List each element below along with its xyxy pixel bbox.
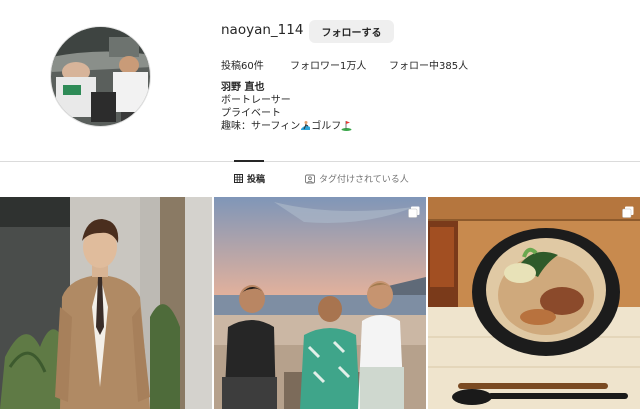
bio-hobby-prefix: 趣味：サーフィン bbox=[221, 121, 301, 132]
posts-grid bbox=[0, 197, 640, 409]
display-name: 羽野 直也 bbox=[221, 82, 265, 93]
avatar[interactable] bbox=[50, 26, 151, 127]
post-thumbnail[interactable] bbox=[214, 197, 426, 409]
surfer-icon bbox=[300, 120, 311, 135]
bio-line-2: プライベート bbox=[221, 108, 281, 119]
tabs-divider bbox=[0, 161, 640, 162]
grid-icon bbox=[234, 174, 243, 183]
golf-flag-icon bbox=[341, 120, 352, 135]
multiple-photos-icon bbox=[622, 203, 634, 222]
followers-link[interactable]: フォロワー1万人 bbox=[290, 57, 366, 72]
posts-count: 投稿60件 bbox=[221, 61, 264, 72]
bio-line-1: ボートレーサー bbox=[221, 95, 291, 106]
tab-posts-label: 投稿 bbox=[247, 175, 266, 185]
bio: 羽野 直也 ボートレーサー プライベート 趣味：サーフィン ゴルフ bbox=[221, 81, 352, 135]
post-thumbnail[interactable] bbox=[0, 197, 212, 409]
tab-tagged-label: タグ付けされている人 bbox=[319, 175, 409, 185]
profile-tabs: 投稿 タグ付けされている人 bbox=[0, 172, 640, 186]
post-thumbnail[interactable] bbox=[428, 197, 640, 409]
profile-header: naoyan_114 フォローする 投稿60件 フォロワー1万人 フォロー中38… bbox=[0, 0, 640, 160]
active-tab-indicator bbox=[234, 160, 264, 162]
multiple-photos-icon bbox=[408, 203, 420, 222]
tag-person-icon bbox=[305, 174, 315, 184]
following-link[interactable]: フォロー中385人 bbox=[389, 57, 468, 72]
bio-line-3: 趣味：サーフィン ゴルフ bbox=[221, 120, 352, 135]
tab-posts[interactable]: 投稿 bbox=[234, 172, 265, 185]
follow-button[interactable]: フォローする bbox=[309, 20, 394, 43]
username: naoyan_114 bbox=[221, 22, 304, 38]
tab-tagged[interactable]: タグ付けされている人 bbox=[305, 172, 409, 185]
bio-hobby-golf: ゴルフ bbox=[311, 121, 342, 132]
